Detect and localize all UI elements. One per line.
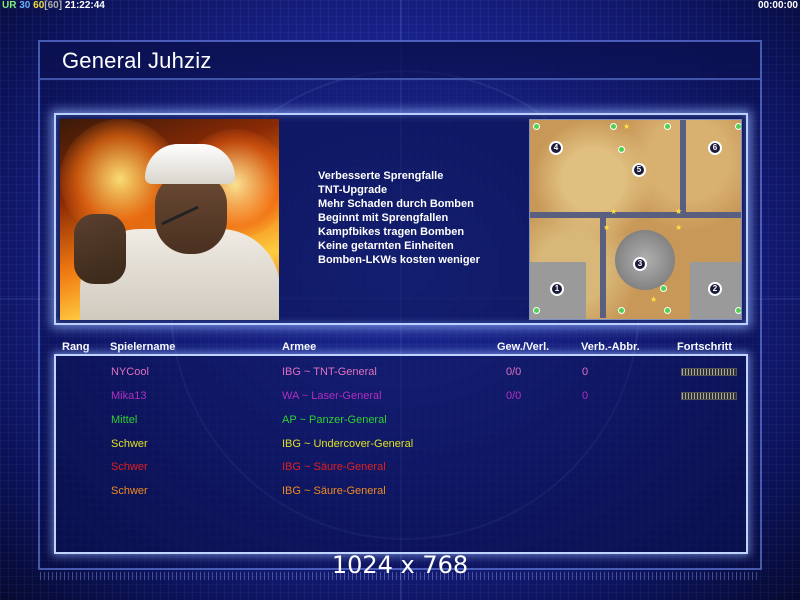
bonus-item: Keine getarnten Einheiten <box>318 240 454 252</box>
col-wl: Gew./Verl. <box>497 341 550 353</box>
tech-building-star-icon: ★ <box>603 223 611 232</box>
supply-depot-icon <box>664 307 671 314</box>
supply-depot-icon <box>610 123 617 130</box>
tech-building-star-icon: ★ <box>675 223 683 232</box>
player-win-loss: 0/0 <box>506 390 522 402</box>
supply-depot-icon <box>660 285 667 292</box>
table-row: Schwer IBG ~ Säure-General <box>56 457 746 477</box>
bonus-item: TNT-Upgrade <box>318 184 388 196</box>
player-name: NYCool <box>111 366 149 378</box>
bonus-item: Bomben-LKWs kosten weniger <box>318 254 480 266</box>
bonus-item: Beginnt mit Sprengfallen <box>318 212 449 224</box>
bonus-item: Kampfbikes tragen Bomben <box>318 226 465 238</box>
tech-building-star-icon: ★ <box>623 122 631 131</box>
supply-depot-icon <box>664 123 671 130</box>
player-name: Schwer <box>111 461 148 473</box>
general-bonus-list: Verbesserte Sprengfalle TNT-Upgrade Mehr… <box>318 169 518 267</box>
fps-cap-bracket: [60] <box>44 0 63 11</box>
player-name: Schwer <box>111 438 148 450</box>
player-table-header: Rang Spielername Armee Gew./Verl. Verb.-… <box>54 341 754 355</box>
map-road <box>680 120 686 212</box>
portrait-face <box>155 174 227 254</box>
player-army: IBG ~ Undercover-General <box>282 438 414 450</box>
general-title: General Juhziz <box>62 48 212 73</box>
table-row: Schwer IBG ~ Säure-General <box>56 481 746 501</box>
player-army: WA ~ Laser-General <box>282 390 382 402</box>
tech-building-star-icon: ★ <box>675 207 683 216</box>
table-row: Mittel AP ~ Panzer-General <box>56 410 746 430</box>
start-slot-5[interactable]: 5 <box>632 163 646 177</box>
player-army: IBG ~ Säure-General <box>282 461 386 473</box>
table-row: Mika13 WA ~ Laser-General 0/0 0 <box>56 386 746 406</box>
start-slot-6[interactable]: 6 <box>708 141 722 155</box>
player-disconnects: 0 <box>582 366 589 378</box>
player-name: Mika13 <box>111 390 147 402</box>
title-bar: General Juhziz <box>40 42 760 80</box>
bonus-item: Verbesserte Sprengfalle <box>318 170 444 182</box>
map-road <box>530 212 741 218</box>
col-progress: Fortschritt <box>677 341 732 353</box>
start-slot-4[interactable]: 4 <box>549 141 563 155</box>
bonus-item: Mehr Schaden durch Bomben <box>318 198 474 210</box>
fps-label: UR <box>2 0 17 11</box>
portrait-headwrap <box>145 144 235 184</box>
player-army: AP ~ Panzer-General <box>282 414 387 426</box>
supply-depot-icon <box>533 123 540 130</box>
supply-depot-icon <box>618 146 625 153</box>
table-row: NYCool IBG ~ TNT-General 0/0 0 <box>56 362 746 382</box>
supply-depot-icon <box>735 307 741 314</box>
col-rank: Rang <box>62 341 90 353</box>
col-player: Spielername <box>110 341 176 353</box>
player-name: Mittel <box>111 414 138 426</box>
player-army: IBG ~ Säure-General <box>282 485 386 497</box>
player-army: IBG ~ TNT-General <box>282 366 377 378</box>
table-row: Schwer IBG ~ Undercover-General <box>56 434 746 454</box>
tech-building-star-icon: ★ <box>610 207 618 216</box>
start-slot-2[interactable]: 2 <box>708 282 722 296</box>
player-table: NYCool IBG ~ TNT-General 0/0 0 Mika13 WA… <box>54 354 748 554</box>
player-name: Schwer <box>111 485 148 497</box>
col-army: Armee <box>282 341 317 353</box>
start-slot-3[interactable]: 3 <box>633 257 647 271</box>
elapsed-time: 00:00:00 <box>757 0 798 11</box>
player-disconnects: 0 <box>582 390 589 402</box>
general-portrait <box>60 119 279 320</box>
map-preview: 1 2 3 4 5 6 ★ ★ ★ ★ ★ ★ <box>529 119 742 320</box>
player-progress-bar <box>681 392 737 400</box>
fps-value: 30 <box>19 0 31 11</box>
fps-counter: UR 30 60[60] 21:22:44 <box>2 0 105 12</box>
player-progress-bar <box>681 368 737 376</box>
supply-depot-icon <box>533 307 540 314</box>
tech-building-star-icon: ★ <box>650 295 658 304</box>
map-road <box>600 218 606 318</box>
supply-depot-icon <box>618 307 625 314</box>
start-slot-1[interactable]: 1 <box>550 282 564 296</box>
portrait-fist <box>74 214 126 284</box>
supply-depot-icon <box>735 123 741 130</box>
hud-top-bar: UR 30 60[60] 21:22:44 00:00:00 <box>0 0 800 14</box>
player-win-loss: 0/0 <box>506 366 522 378</box>
col-dq: Verb.-Abbr. <box>581 341 640 353</box>
resolution-label: 1024 x 768 <box>331 551 469 579</box>
system-clock: 21:22:44 <box>64 0 105 11</box>
fps-cap: 60 <box>33 0 45 11</box>
